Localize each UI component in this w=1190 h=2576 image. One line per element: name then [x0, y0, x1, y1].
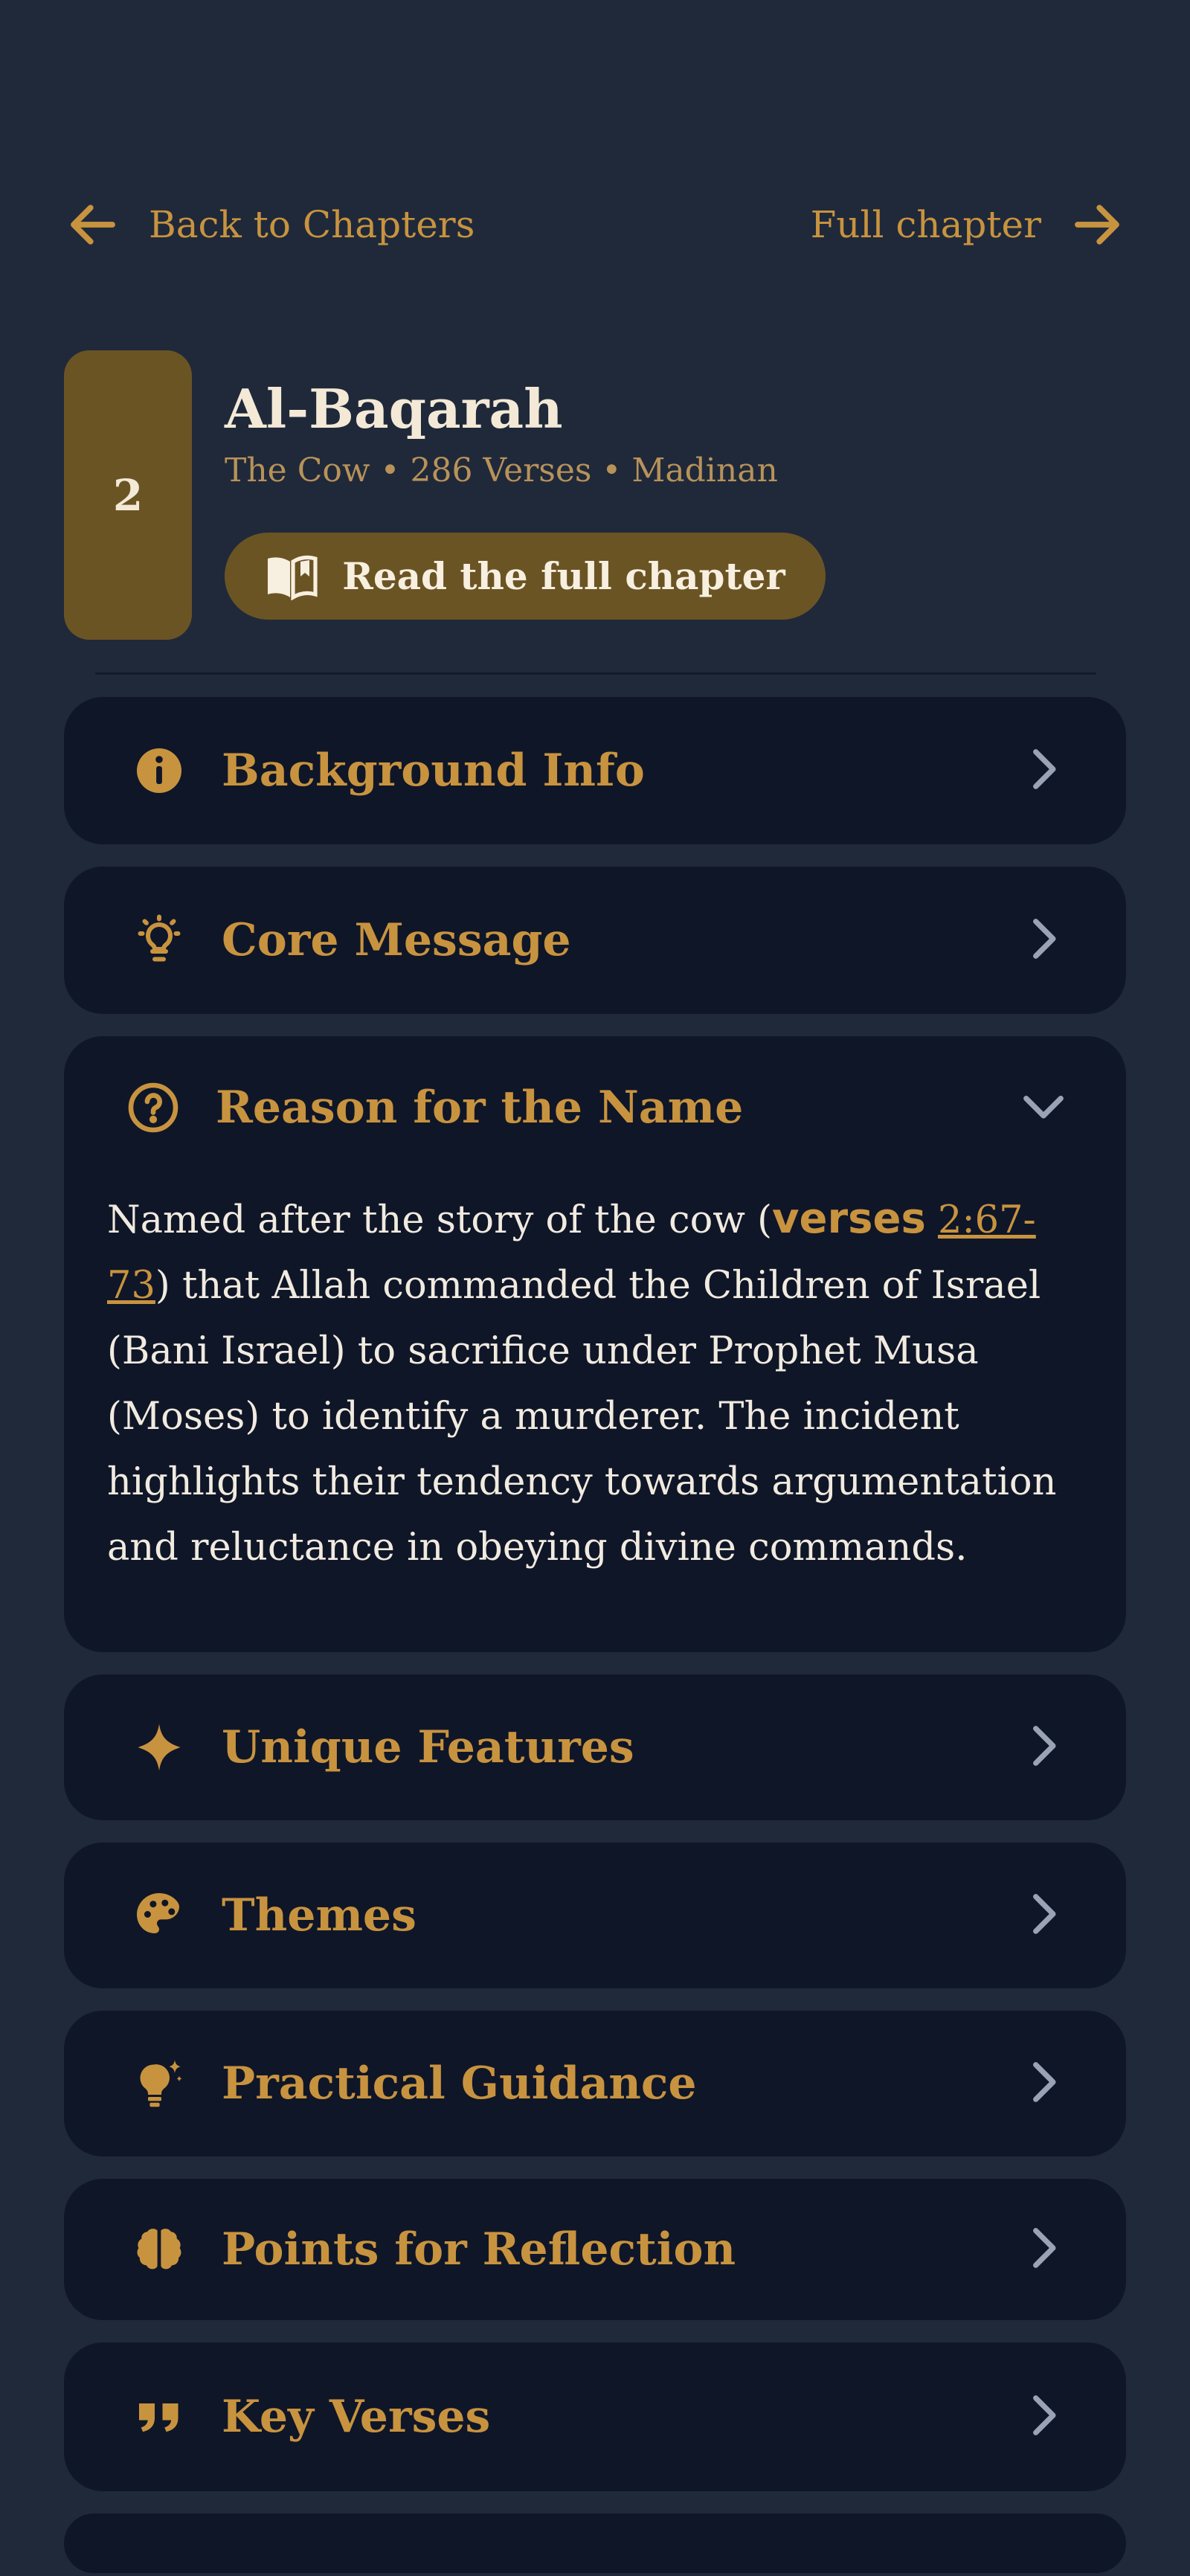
- section-header[interactable]: Points for Reflection: [64, 2179, 1126, 2320]
- section-title: Points for Reflection: [222, 2223, 736, 2275]
- chevron-right-icon: [1020, 746, 1067, 795]
- back-to-chapters-link[interactable]: Back to Chapters: [64, 196, 475, 254]
- section-practical-guidance: Practical Guidance: [64, 2011, 1126, 2156]
- chapter-meta: The Cow • 286 Verses • Madinan: [225, 452, 778, 489]
- section-title: Themes: [222, 1889, 416, 1941]
- palette-icon: [125, 1881, 193, 1950]
- full-chapter-label: Full chapter: [810, 203, 1041, 246]
- lightbulb-icon: [125, 906, 193, 974]
- section-header[interactable]: Themes: [64, 1843, 1126, 1988]
- back-to-chapters-label: Back to Chapters: [149, 203, 475, 246]
- body-text-end: ) that Allah commanded the Children of I…: [107, 1264, 1057, 1570]
- section-header[interactable]: Unique Features: [64, 1674, 1126, 1820]
- chevron-right-icon: [1020, 2392, 1067, 2441]
- chevron-right-icon: [1020, 2059, 1067, 2108]
- sparkle-icon: [125, 1713, 193, 1782]
- section-title: Practical Guidance: [222, 2058, 697, 2110]
- open-book-icon: [268, 555, 318, 600]
- section-content: Named after the story of the cow (verses…: [64, 1179, 1126, 1652]
- chevron-right-icon: [1020, 1891, 1067, 1940]
- section-title: Unique Features: [222, 1721, 634, 1773]
- section-header[interactable]: Practical Guidance: [64, 2011, 1126, 2156]
- chevron-right-icon: [1020, 1723, 1067, 1772]
- section-accordion: Background Info Core Message Reason for …: [64, 697, 1126, 2573]
- chevron-right-icon: [1020, 916, 1067, 965]
- section-title: Core Message: [222, 914, 571, 966]
- read-full-chapter-label: Read the full chapter: [342, 554, 785, 598]
- verses-label: verses: [772, 1195, 926, 1243]
- section-themes: Themes: [64, 1843, 1126, 1988]
- chevron-down-icon: [1020, 1083, 1067, 1132]
- header-divider: [95, 672, 1096, 675]
- section-header[interactable]: Reason for the Name: [64, 1036, 1126, 1179]
- section-unique-features: Unique Features: [64, 1674, 1126, 1820]
- chevron-right-icon: [1020, 2225, 1067, 2274]
- body-text-start: Named after the story of the cow (: [107, 1198, 773, 1242]
- read-full-chapter-button[interactable]: Read the full chapter: [225, 533, 826, 620]
- full-chapter-link[interactable]: Full chapter: [811, 196, 1126, 254]
- lightbulb-spark-icon: [125, 2049, 193, 2118]
- top-navigation: Back to Chapters Full chapter: [64, 192, 1126, 257]
- next-section-card[interactable]: [64, 2514, 1126, 2573]
- section-header[interactable]: Key Verses: [64, 2342, 1126, 2491]
- section-title: Background Info: [222, 745, 645, 797]
- section-points-for-reflection: Points for Reflection: [64, 2179, 1126, 2320]
- section-title: Key Verses: [222, 2391, 491, 2443]
- section-title: Reason for the Name: [216, 1082, 744, 1134]
- arrow-right-icon: [1075, 205, 1119, 245]
- chapter-title: Al-Baqarah: [225, 377, 563, 440]
- chapter-number-badge: 2: [64, 350, 192, 640]
- section-key-verses: Key Verses: [64, 2342, 1126, 2491]
- section-reason-for-the-name: Reason for the Name Named after the stor…: [64, 1036, 1126, 1652]
- chapter-header: 2 Al-Baqarah The Cow • 286 Verses • Madi…: [64, 350, 1128, 642]
- brain-icon: [125, 2215, 193, 2284]
- arrow-left-icon: [71, 205, 115, 245]
- section-header[interactable]: Core Message: [64, 867, 1126, 1014]
- question-icon: [119, 1073, 187, 1142]
- section-core-message: Core Message: [64, 867, 1126, 1014]
- section-background-info: Background Info: [64, 697, 1126, 844]
- quote-icon: [125, 2383, 193, 2451]
- section-header[interactable]: Background Info: [64, 697, 1126, 844]
- info-icon: [125, 736, 193, 805]
